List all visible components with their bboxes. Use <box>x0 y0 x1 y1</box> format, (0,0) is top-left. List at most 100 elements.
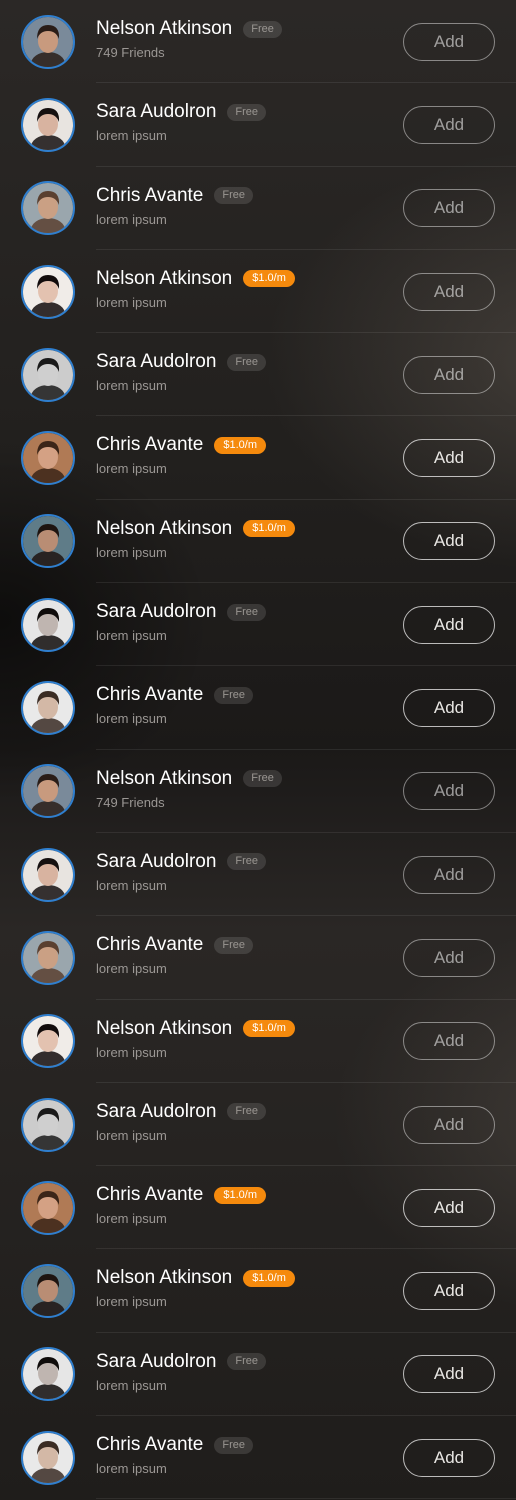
avatar[interactable] <box>21 1097 75 1152</box>
avatar[interactable] <box>21 764 75 819</box>
list-item: Nelson Atkinson $1.0/m lorem ipsum Add <box>0 1249 516 1334</box>
contact-subtitle: lorem ipsum <box>96 961 167 977</box>
list-item: Sara Audolron Free lorem ipsum Add <box>0 583 516 667</box>
add-button[interactable]: Add <box>403 772 495 811</box>
contact-name: Sara Audolron <box>96 101 217 123</box>
contact-name-line: Sara Audolron Free <box>96 601 267 623</box>
male-portrait-icon <box>23 1432 73 1483</box>
male-portrait-icon <box>23 766 73 817</box>
list-item: Nelson Atkinson $1.0/m lorem ipsum Add <box>0 250 516 334</box>
avatar[interactable] <box>21 347 75 402</box>
contact-name: Nelson Atkinson <box>96 767 233 789</box>
plan-badge: Free <box>227 1103 267 1121</box>
add-button[interactable]: Add <box>403 605 495 644</box>
avatar[interactable] <box>21 14 75 69</box>
list-item: Chris Avante Free lorem ipsum Add <box>0 167 516 251</box>
add-button[interactable]: Add <box>403 1272 495 1311</box>
contact-subtitle: 749 Friends <box>96 794 165 810</box>
add-button[interactable]: Add <box>403 938 495 977</box>
add-button[interactable]: Add <box>403 22 495 61</box>
add-button[interactable]: Add <box>403 1105 495 1144</box>
male-portrait-icon <box>23 683 73 734</box>
contact-name-line: Nelson Atkinson $1.0/m <box>96 518 295 540</box>
list-item: Chris Avante $1.0/m lorem ipsum Add <box>0 416 516 501</box>
add-button[interactable]: Add <box>403 855 495 894</box>
avatar[interactable] <box>21 1430 75 1485</box>
contact-name-line: Sara Audolron Free <box>96 850 267 873</box>
list-item: Sara Audolron Free lorem ipsum Add <box>0 333 516 417</box>
avatar[interactable] <box>21 431 75 486</box>
avatar[interactable] <box>21 264 75 319</box>
contact-name-line: Sara Audolron Free <box>96 1100 267 1123</box>
contact-name: Sara Audolron <box>96 850 217 872</box>
avatar[interactable] <box>21 930 75 985</box>
list-item: Nelson Atkinson $1.0/m lorem ipsum Add <box>0 1000 516 1084</box>
contact-name-line: Nelson Atkinson Free <box>96 18 282 40</box>
contact-name: Nelson Atkinson <box>96 267 233 289</box>
contact-subtitle: lorem ipsum <box>96 294 167 310</box>
avatar[interactable] <box>21 1014 75 1069</box>
avatar[interactable] <box>21 514 75 569</box>
contact-list-screen: Nelson Atkinson Free 749 Friends Add Sara Au… <box>0 0 516 1500</box>
contact-name-line: Sara Audolron Free <box>96 351 267 373</box>
contact-subtitle: lorem ipsum <box>96 378 167 394</box>
avatar[interactable] <box>21 1264 75 1319</box>
add-button[interactable]: Add <box>403 1355 495 1394</box>
contact-subtitle: lorem ipsum <box>96 1211 167 1227</box>
contact-name: Nelson Atkinson <box>96 1267 233 1289</box>
plan-badge: $1.0/m <box>243 1020 295 1038</box>
avatar[interactable] <box>21 847 75 902</box>
male-portrait-icon <box>23 1266 73 1317</box>
contact-name: Sara Audolron <box>96 1100 217 1122</box>
add-button[interactable]: Add <box>403 1188 495 1227</box>
male-portrait-icon <box>23 16 73 67</box>
avatar[interactable] <box>21 1180 75 1235</box>
add-button[interactable]: Add <box>403 689 495 728</box>
contact-subtitle: lorem ipsum <box>96 711 167 727</box>
plan-badge: Free <box>214 1436 254 1454</box>
contact-subtitle: lorem ipsum <box>96 1044 167 1060</box>
list-item: Chris Avante Free lorem ipsum Add <box>0 666 516 750</box>
contact-name-line: Sara Audolron Free <box>96 1351 267 1373</box>
contact-name: Chris Avante <box>96 434 204 456</box>
plan-badge: $1.0/m <box>243 520 295 538</box>
add-button[interactable]: Add <box>403 1438 495 1477</box>
list-item: Nelson Atkinson $1.0/m lorem ipsum Add <box>0 500 516 584</box>
avatar[interactable] <box>21 681 75 736</box>
contact-subtitle: lorem ipsum <box>96 1127 167 1143</box>
contact-name: Nelson Atkinson <box>96 1017 233 1039</box>
female-portrait-icon <box>23 1099 73 1150</box>
add-button[interactable]: Add <box>403 189 495 228</box>
contact-name-line: Chris Avante Free <box>96 684 254 706</box>
contact-name: Chris Avante <box>96 684 204 706</box>
avatar[interactable] <box>21 1347 75 1402</box>
female-portrait-icon <box>23 433 73 484</box>
add-button[interactable]: Add <box>403 522 495 561</box>
plan-badge: Free <box>214 187 254 205</box>
plan-badge: $1.0/m <box>214 1186 267 1204</box>
avatar[interactable] <box>21 97 75 152</box>
add-button[interactable]: Add <box>403 272 495 311</box>
contact-list: Nelson Atkinson Free 749 Friends Add Sara Au… <box>0 0 516 1500</box>
contact-name: Chris Avante <box>96 1434 204 1456</box>
contact-subtitle: lorem ipsum <box>96 628 167 644</box>
plan-badge: $1.0/m <box>243 1269 295 1287</box>
contact-name: Sara Audolron <box>96 351 217 373</box>
contact-subtitle: lorem ipsum <box>96 1461 167 1477</box>
list-item: Chris Avante Free lorem ipsum Add <box>0 916 516 1000</box>
contact-subtitle: lorem ipsum <box>96 211 167 227</box>
add-button[interactable]: Add <box>403 355 495 394</box>
plan-badge: $1.0/m <box>243 270 295 288</box>
add-button[interactable]: Add <box>403 1022 495 1061</box>
avatar[interactable] <box>21 181 75 236</box>
add-button[interactable]: Add <box>403 439 495 478</box>
avatar[interactable] <box>21 597 75 652</box>
contact-subtitle: 749 Friends <box>96 45 165 60</box>
female-portrait-icon <box>23 599 73 650</box>
list-item: Chris Avante Free lorem ipsum Add <box>0 1416 516 1500</box>
female-portrait-icon <box>23 849 73 900</box>
contact-subtitle: lorem ipsum <box>96 877 167 893</box>
add-button[interactable]: Add <box>403 105 495 144</box>
contact-name-line: Chris Avante Free <box>96 185 254 207</box>
female-portrait-icon <box>23 1349 73 1400</box>
